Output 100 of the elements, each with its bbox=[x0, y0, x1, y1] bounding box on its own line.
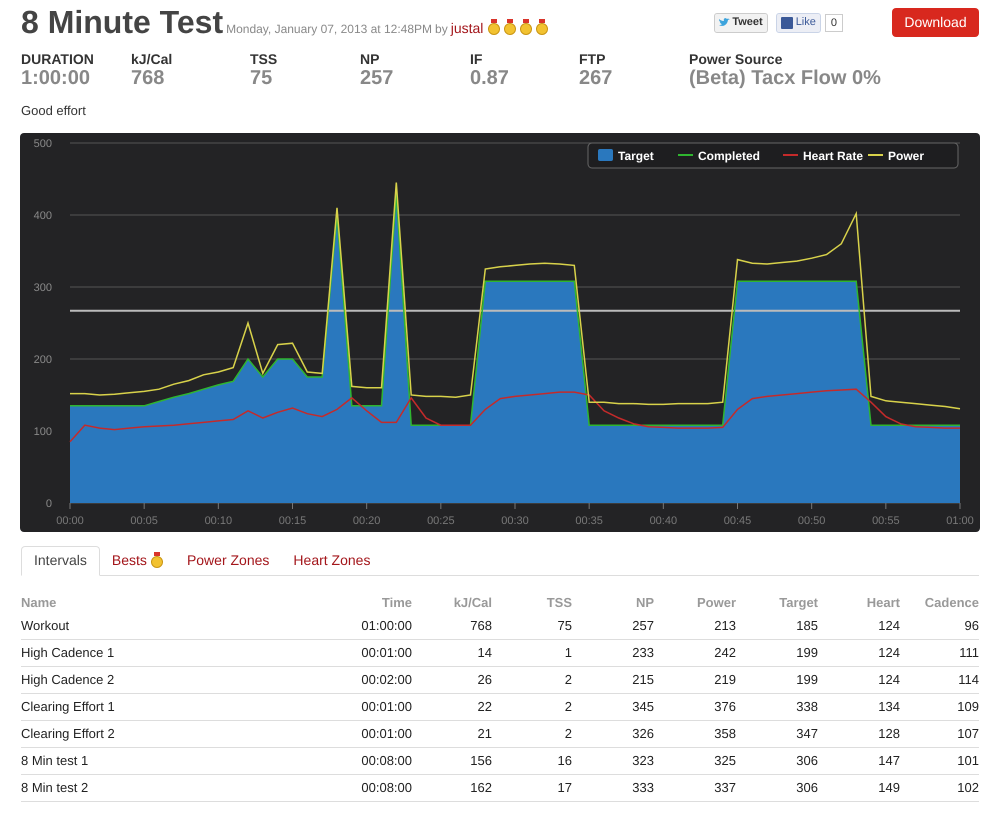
download-button[interactable]: Download bbox=[892, 8, 979, 37]
by-text: by bbox=[435, 21, 448, 38]
table-cell: 325 bbox=[654, 747, 736, 774]
table-cell: 21 bbox=[412, 720, 492, 747]
legend-label: Heart Rate bbox=[803, 148, 864, 162]
table-cell: 337 bbox=[654, 774, 736, 801]
like-count: 0 bbox=[824, 14, 843, 32]
table-cell: 345 bbox=[572, 693, 654, 720]
table-cell: 16 bbox=[492, 747, 572, 774]
tab[interactable]: Intervals bbox=[21, 546, 100, 576]
x-axis-label: 00:40 bbox=[650, 514, 678, 526]
stat-value: 768 bbox=[131, 67, 166, 89]
stat-label: TSS bbox=[250, 51, 278, 67]
table-cell: 00:08:00 bbox=[271, 774, 412, 801]
workout-date: Monday, January 07, 2013 at 12:48PM bbox=[226, 21, 432, 38]
table-cell: 01:00:00 bbox=[271, 612, 412, 639]
column-header: NP bbox=[572, 592, 654, 612]
table-cell: 124 bbox=[818, 639, 900, 666]
table-cell: 199 bbox=[736, 666, 818, 693]
table-cell: 17 bbox=[492, 774, 572, 801]
stat-label: FTP bbox=[579, 51, 606, 67]
workout-note: Good effort bbox=[20, 102, 87, 120]
x-axis-label: 00:00 bbox=[56, 514, 84, 526]
table-cell: 2 bbox=[492, 666, 572, 693]
tab[interactable]: Heart Zones bbox=[281, 546, 382, 574]
column-header: Name bbox=[21, 594, 58, 612]
column-header: Power bbox=[654, 592, 736, 612]
stat-label: kJ/Cal bbox=[131, 51, 174, 67]
table-cell: 00:01:00 bbox=[271, 693, 412, 720]
table-cell: 306 bbox=[736, 774, 818, 801]
y-axis-label: 200 bbox=[34, 354, 52, 366]
x-axis-label: 00:45 bbox=[724, 514, 752, 526]
x-axis-label: 00:20 bbox=[352, 514, 380, 526]
table-cell: High Cadence 2 bbox=[21, 666, 271, 693]
x-axis-label: 00:10 bbox=[204, 514, 232, 526]
table-cell: 333 bbox=[572, 774, 654, 801]
table-cell: 14 bbox=[412, 639, 492, 666]
legend-label: Power bbox=[888, 148, 924, 162]
like-button[interactable]: Like bbox=[776, 12, 821, 32]
table-cell: 00:01:00 bbox=[271, 639, 412, 666]
y-axis-label: 500 bbox=[34, 138, 52, 150]
stat-value: 1:00:00 bbox=[21, 67, 91, 89]
table-cell: 111 bbox=[900, 639, 979, 666]
table-cell: Clearing Effort 1 bbox=[21, 693, 271, 720]
table-cell: 00:08:00 bbox=[271, 747, 412, 774]
y-axis-label: 300 bbox=[34, 282, 52, 294]
bird-icon bbox=[719, 18, 730, 27]
table-cell: 306 bbox=[736, 747, 818, 774]
table-cell: Clearing Effort 2 bbox=[21, 720, 271, 747]
table-cell: 2 bbox=[492, 720, 572, 747]
table-cell: Workout bbox=[21, 612, 271, 639]
table-cell: 768 bbox=[412, 612, 492, 639]
table-cell: 75 bbox=[492, 612, 572, 639]
x-axis-label: 00:35 bbox=[575, 514, 603, 526]
stat-label: IF bbox=[470, 51, 484, 67]
table-cell: 326 bbox=[572, 720, 654, 747]
table-cell: 147 bbox=[818, 747, 900, 774]
stat-value: 257 bbox=[360, 67, 394, 89]
medal-icon bbox=[504, 19, 516, 35]
table-cell: 149 bbox=[818, 774, 900, 801]
table-cell: 215 bbox=[572, 666, 654, 693]
author-link[interactable]: justal bbox=[450, 18, 484, 39]
medal-icon bbox=[520, 19, 532, 35]
legend-label: Target bbox=[618, 148, 654, 162]
table-cell: 114 bbox=[900, 666, 979, 693]
stat-value: 75 bbox=[250, 67, 274, 89]
stat-label: NP bbox=[360, 51, 380, 67]
table-cell: 233 bbox=[572, 639, 654, 666]
y-axis-label: 100 bbox=[34, 426, 52, 438]
table-cell: 8 Min test 2 bbox=[21, 774, 271, 801]
table-cell: 323 bbox=[572, 747, 654, 774]
medal-icon bbox=[488, 19, 500, 35]
table-cell: 358 bbox=[654, 720, 736, 747]
x-axis-label: 00:05 bbox=[130, 514, 158, 526]
tweet-button[interactable]: Tweet bbox=[714, 12, 768, 32]
table-cell: 102 bbox=[900, 774, 979, 801]
table-cell: 124 bbox=[818, 612, 900, 639]
tab[interactable]: Bests bbox=[100, 546, 175, 574]
medal-icon bbox=[536, 19, 548, 35]
facebook-icon bbox=[780, 16, 793, 28]
table-cell: 2 bbox=[492, 693, 572, 720]
x-axis-label: 00:30 bbox=[501, 514, 529, 526]
table-cell: 124 bbox=[818, 666, 900, 693]
column-header: Time bbox=[380, 594, 412, 612]
table-cell: 257 bbox=[572, 612, 654, 639]
table-cell: 185 bbox=[736, 612, 818, 639]
table-cell: 242 bbox=[654, 639, 736, 666]
table-cell: High Cadence 1 bbox=[21, 639, 271, 666]
x-axis-label: 00:55 bbox=[872, 514, 900, 526]
legend-label: Completed bbox=[698, 148, 760, 162]
column-header: Target bbox=[736, 592, 818, 612]
tab[interactable]: Power Zones bbox=[174, 546, 282, 574]
column-header: kJ/Cal bbox=[452, 594, 492, 612]
table-cell: 199 bbox=[736, 639, 818, 666]
table-cell: 101 bbox=[900, 747, 979, 774]
table-cell: 26 bbox=[412, 666, 492, 693]
table-cell: 376 bbox=[654, 693, 736, 720]
y-axis-label: 400 bbox=[34, 210, 52, 222]
table-cell: 109 bbox=[900, 693, 979, 720]
table-cell: 00:02:00 bbox=[271, 666, 412, 693]
